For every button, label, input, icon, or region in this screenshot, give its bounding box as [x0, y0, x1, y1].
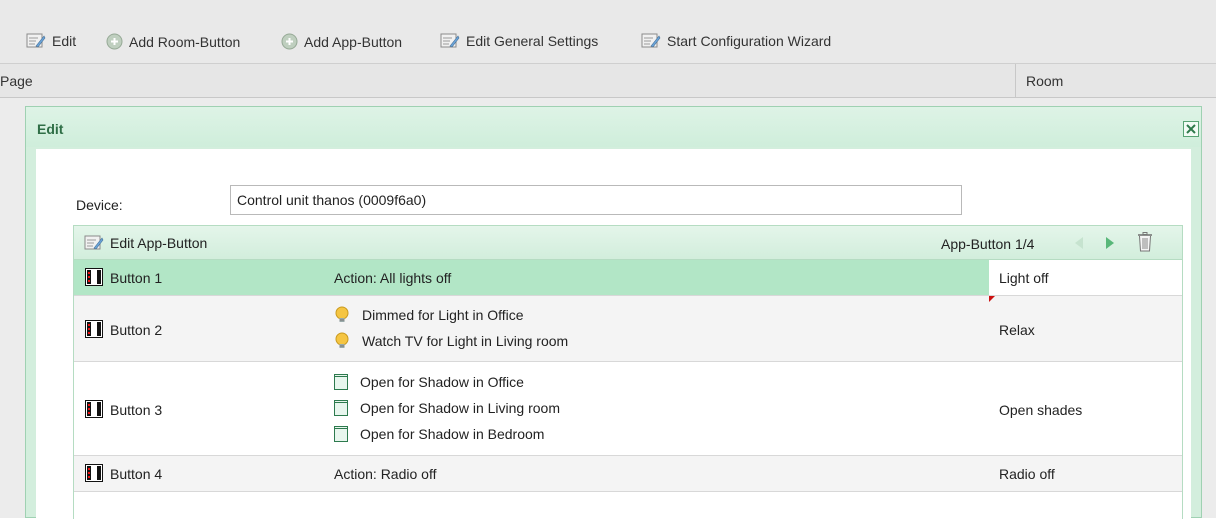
row-selection-highlight — [74, 260, 989, 295]
row-action: Action: All lights off — [334, 270, 452, 286]
close-icon — [1186, 124, 1196, 134]
toolbar-edit-label: Edit — [52, 33, 77, 49]
action-text: Open for Shadow in Office — [360, 374, 524, 390]
prev-button[interactable] — [1074, 236, 1084, 253]
shade-icon — [334, 374, 348, 390]
column-header-room[interactable]: Room — [1026, 73, 1063, 89]
action-item: Open for Shadow in Living room — [334, 400, 560, 416]
action-item: Watch TV for Light in Living room — [334, 332, 568, 350]
row-scene[interactable]: Light off — [999, 270, 1049, 286]
button-device-icon — [85, 320, 103, 338]
action-item: Dimmed for Light in Office — [334, 306, 524, 324]
toolbar-edit-button[interactable]: Edit — [26, 33, 76, 49]
edit-icon — [440, 33, 460, 48]
add-room-button[interactable]: Add Room-Button — [106, 33, 240, 50]
light-bulb-icon — [335, 332, 349, 348]
action-text: Dimmed for Light in Office — [362, 307, 524, 323]
edit-icon — [84, 235, 104, 250]
row-scene[interactable]: Radio off — [999, 466, 1055, 482]
next-button[interactable] — [1105, 236, 1115, 253]
row-button-name: Button 2 — [110, 322, 163, 338]
action-text: Open for Shadow in Living room — [360, 400, 560, 416]
row-scene[interactable]: Relax — [999, 322, 1035, 338]
table-row — [74, 492, 1182, 520]
trash-icon — [1138, 232, 1152, 252]
start-wizard-label: Start Configuration Wizard — [667, 33, 832, 49]
table-row[interactable]: Button 4 Action: Radio off Radio off — [74, 456, 1182, 492]
device-field[interactable] — [230, 185, 962, 215]
panel-header: Edit App-Button App-Button 1/4 — [74, 226, 1182, 260]
table-row[interactable]: Button 1 Action: All lights off Light of… — [74, 260, 1182, 296]
action-text: Watch TV for Light in Living room — [362, 333, 569, 349]
add-app-button[interactable]: Add App-Button — [281, 33, 402, 50]
button-device-icon — [85, 268, 103, 286]
add-room-label: Add Room-Button — [129, 33, 241, 50]
app-toolbar: Edit Add Room-Button Add App-Button Edit… — [0, 0, 1216, 64]
row-button-name: Button 1 — [110, 270, 163, 286]
dialog-title: Edit — [37, 121, 64, 137]
action-item: Open for Shadow in Office — [334, 374, 524, 390]
button-device-icon — [85, 464, 103, 482]
dialog-body: Device: Edit App-Button App-Button 1/4 — [36, 149, 1191, 520]
edit-icon — [641, 33, 661, 48]
edit-app-label: Edit App-Button — [110, 235, 208, 251]
start-wizard-button[interactable]: Start Configuration Wizard — [641, 33, 831, 49]
dirty-marker — [989, 296, 995, 302]
prev-arrow-icon — [1075, 237, 1083, 249]
add-circle-icon — [281, 33, 298, 50]
add-app-label: Add App-Button — [304, 33, 403, 50]
dialog-close-button[interactable] — [1183, 121, 1199, 137]
table-row[interactable]: Button 3 Open for Shadow in Office Open … — [74, 362, 1182, 456]
edit-general-settings-button[interactable]: Edit General Settings — [440, 33, 598, 49]
delete-button[interactable] — [1137, 232, 1153, 255]
row-button-name: Button 3 — [110, 402, 163, 418]
button-device-icon — [85, 400, 103, 418]
action-text: Open for Shadow in Bedroom — [360, 426, 545, 442]
device-label: Device: — [76, 197, 123, 213]
app-button-panel: Edit App-Button App-Button 1/4 Button 1 — [73, 225, 1183, 520]
row-button-name: Button 4 — [110, 466, 163, 482]
edit-icon — [26, 33, 46, 48]
row-scene[interactable]: Open shades — [999, 402, 1082, 418]
table-row[interactable]: Button 2 Dimmed for Light in Office Watc… — [74, 296, 1182, 362]
light-bulb-icon — [335, 306, 349, 322]
row-action: Action: Radio off — [334, 466, 437, 482]
next-arrow-icon — [1106, 237, 1114, 249]
column-header-page[interactable]: Page — [0, 73, 33, 89]
edit-general-label: Edit General Settings — [466, 33, 599, 49]
shade-icon — [334, 400, 348, 416]
edit-app-button[interactable]: Edit App-Button — [84, 235, 207, 251]
dialog-titlebar[interactable]: Edit — [26, 107, 1201, 147]
table-header: Page Room — [0, 64, 1216, 98]
column-divider — [1015, 64, 1016, 98]
add-circle-icon — [106, 33, 123, 50]
pager-label: App-Button 1/4 — [941, 236, 1035, 252]
action-item: Open for Shadow in Bedroom — [334, 426, 544, 442]
shade-icon — [334, 426, 348, 442]
edit-dialog: Edit Device: Edit App-Button App-Button … — [25, 106, 1202, 520]
